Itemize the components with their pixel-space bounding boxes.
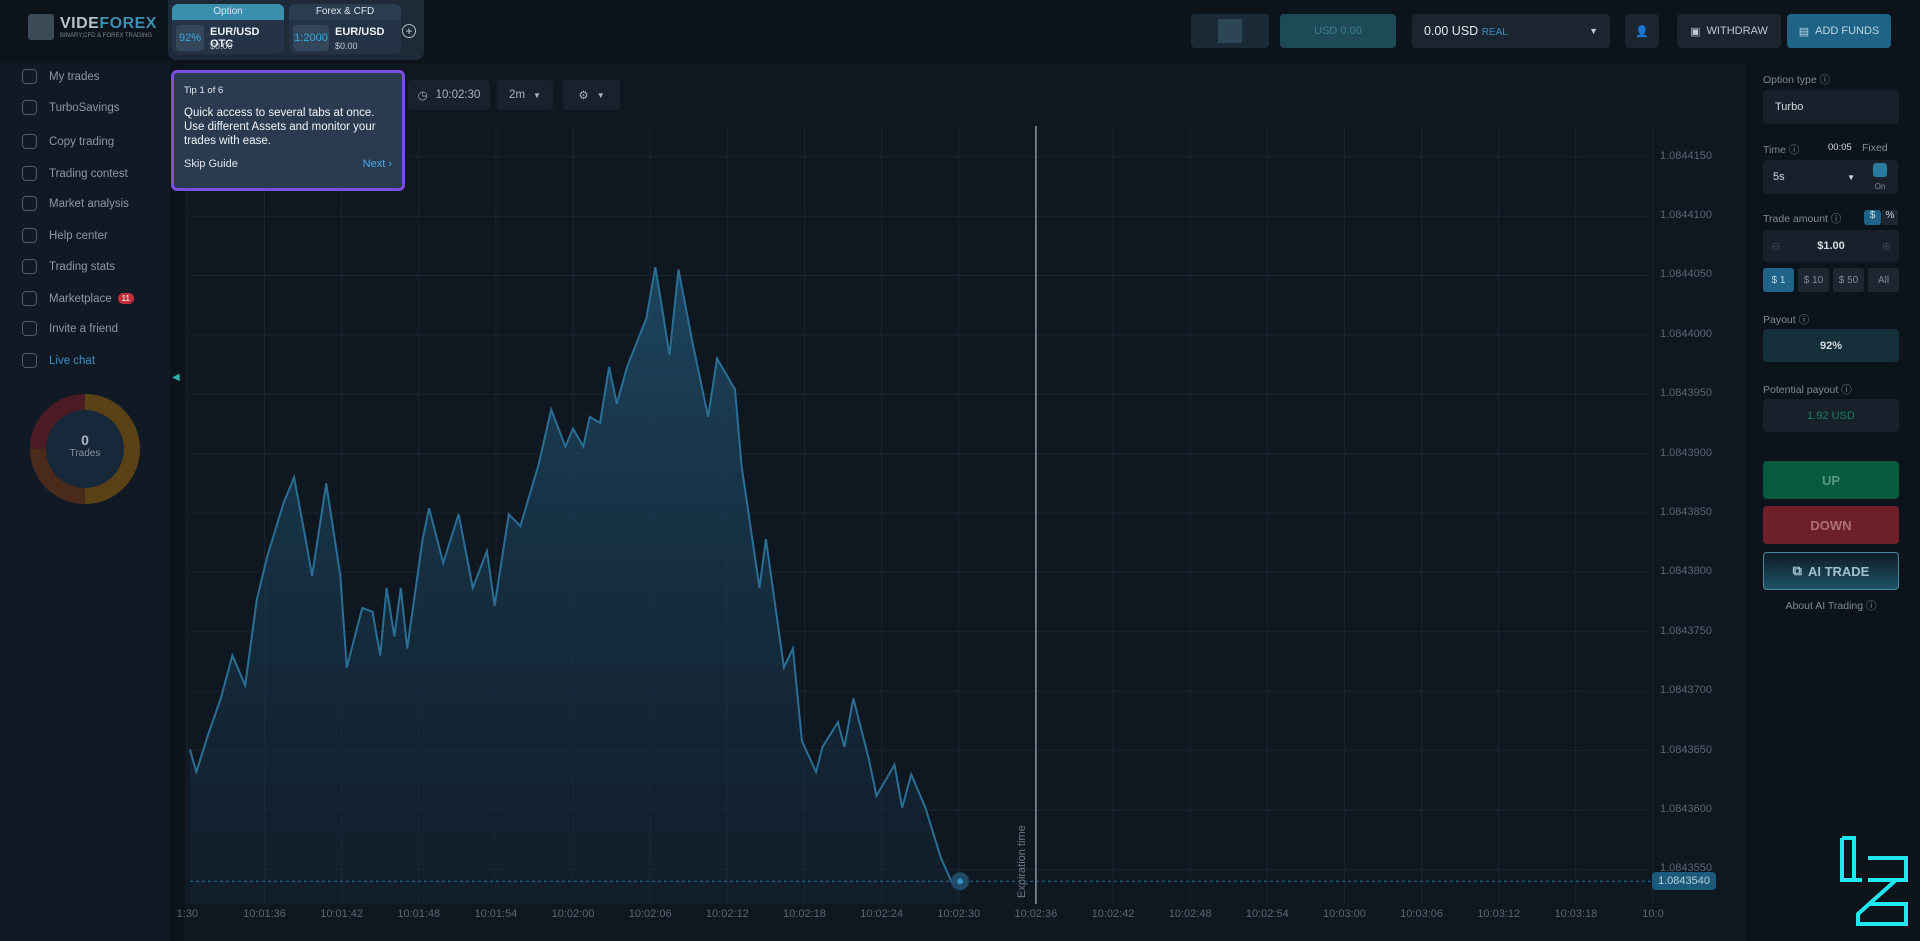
up-button[interactable]: UP	[1763, 461, 1899, 499]
y-tick-label: 1.0843650	[1660, 743, 1712, 756]
x-tick-label: 10:03:06	[1400, 908, 1443, 920]
x-tick-label: 10:02:18	[783, 908, 826, 920]
ai-trade-button[interactable]: ⧉ AI TRADE	[1763, 552, 1899, 590]
potential-payout-value: 1.92 USD	[1763, 399, 1899, 432]
chart-settings-button[interactable]: ⚙ ▼	[563, 80, 620, 110]
y-tick-label: 1.0844150	[1660, 149, 1712, 162]
guide-tooltip: Tip 1 of 6 Quick access to several tabs …	[171, 70, 405, 191]
chevron-down-icon: ▼	[533, 90, 541, 100]
time-display: ◷ 10:02:30	[408, 80, 490, 110]
current-price-tag: 1.0843540	[1652, 872, 1716, 891]
timeframe-value: 2m	[509, 89, 526, 101]
expiration-label: Expiration time	[1016, 825, 1028, 898]
y-tick-label: 1.0843900	[1660, 446, 1712, 459]
option-type-label: Option type ⓘ	[1763, 74, 1831, 86]
x-tick-label: 10:02:06	[628, 908, 672, 920]
x-tick-label: 10:0	[1642, 908, 1664, 920]
time-select[interactable]: 5s ▼	[1763, 160, 1865, 194]
y-tick-label: 1.0843800	[1660, 565, 1712, 578]
down-button[interactable]: DOWN	[1763, 506, 1899, 544]
label-text: Trade amount	[1763, 213, 1828, 225]
timeframe-select[interactable]: 2m ▼	[497, 80, 553, 110]
price-area	[189, 267, 961, 904]
y-tick-label: 1.0844100	[1660, 209, 1712, 222]
tip-counter: Tip 1 of 6	[184, 85, 224, 96]
x-tick-label: 10:01:36	[243, 908, 286, 920]
x-tick-label: 10:02:30	[937, 908, 981, 920]
ai-icon: ⧉	[1792, 563, 1802, 578]
x-tick-label: 1:30	[176, 908, 199, 920]
x-tick-label: 10:01:42	[320, 908, 364, 920]
fixed-toggle[interactable]: On	[1862, 160, 1898, 194]
time-select-value: 5s	[1773, 171, 1785, 183]
about-ai-label: About AI Trading	[1785, 600, 1864, 612]
watermark-logo	[1840, 836, 1908, 926]
x-tick-label: 10:02:12	[705, 908, 749, 920]
preset-10[interactable]: $ 10	[1798, 268, 1829, 292]
preset-all[interactable]: All	[1868, 268, 1899, 292]
x-tick-label: 10:03:12	[1477, 908, 1521, 920]
gear-icon: ⚙	[578, 90, 589, 102]
y-tick-label: 1.0843600	[1660, 802, 1712, 815]
preset-50[interactable]: $ 50	[1833, 268, 1864, 292]
y-tick-label: 1.0844050	[1660, 268, 1712, 281]
chevron-down-icon: ▼	[1847, 172, 1855, 182]
current-price-dot-core	[957, 878, 964, 885]
label-text: Time	[1763, 144, 1786, 156]
x-tick-label: 10:02:24	[860, 908, 904, 920]
option-type-value: Turbo	[1775, 101, 1804, 113]
x-tick-label: 10:02:42	[1091, 908, 1135, 920]
chevron-down-icon: ▼	[596, 90, 605, 100]
plus-icon[interactable]: ⊕	[1882, 240, 1891, 253]
current-time: 10:02:30	[435, 89, 481, 101]
next-label: Next	[362, 158, 386, 170]
ai-trade-label: AI TRADE	[1807, 563, 1870, 579]
x-tick-label: 10:02:48	[1168, 908, 1212, 920]
amount-mode-dollar[interactable]: $	[1864, 210, 1881, 225]
x-tick-label: 10:02:54	[1245, 908, 1289, 920]
x-tick-label: 10:03:18	[1554, 908, 1598, 920]
y-tick-label: 1.0844000	[1660, 327, 1712, 340]
clock-icon: ◷	[417, 90, 428, 102]
time-label: Time ⓘ	[1763, 144, 1800, 156]
tip-text: Quick access to several tabs at once. Us…	[184, 107, 376, 147]
trade-amount-label: Trade amount ⓘ	[1763, 213, 1842, 225]
minus-icon[interactable]: ⊖	[1771, 240, 1780, 253]
amount-mode-percent[interactable]: %	[1882, 210, 1898, 225]
potential-payout-label: Potential payout ⓘ	[1763, 384, 1852, 396]
payout-value: 92%	[1763, 329, 1899, 362]
amount-value: $1.00	[1817, 240, 1845, 252]
payout-label: Payout ⓘ	[1763, 314, 1810, 326]
y-tick-label: 1.0843700	[1660, 684, 1712, 697]
fixed-label: Fixed	[1862, 142, 1888, 154]
x-tick-label: 10:03:00	[1323, 908, 1366, 920]
x-tick-label: 10:01:48	[397, 908, 441, 920]
next-button[interactable]: Next ›	[363, 158, 392, 170]
y-tick-label: 1.0843850	[1660, 506, 1712, 519]
about-ai-link[interactable]: About AI Trading ⓘ	[1763, 598, 1899, 613]
option-type-select[interactable]: Turbo	[1763, 90, 1899, 124]
y-tick-label: 1.0843750	[1660, 624, 1712, 637]
x-tick-label: 10:02:00	[551, 908, 595, 920]
x-tick-label: 10:02:36	[1014, 908, 1058, 920]
y-tick-label: 1.0843950	[1660, 387, 1712, 400]
trade-amount-input[interactable]: ⊖ $1.00 ⊕	[1763, 230, 1899, 262]
toggle-state: On	[1874, 182, 1886, 191]
time-value: 00:05	[1828, 142, 1852, 153]
skip-guide-button[interactable]: Skip Guide	[184, 158, 238, 170]
label-text: Payout	[1763, 314, 1796, 326]
preset-1[interactable]: $ 1	[1763, 268, 1794, 292]
label-text: Potential payout	[1763, 384, 1839, 396]
label-text: Option type	[1763, 74, 1817, 86]
x-tick-label: 10:01:54	[474, 908, 518, 920]
